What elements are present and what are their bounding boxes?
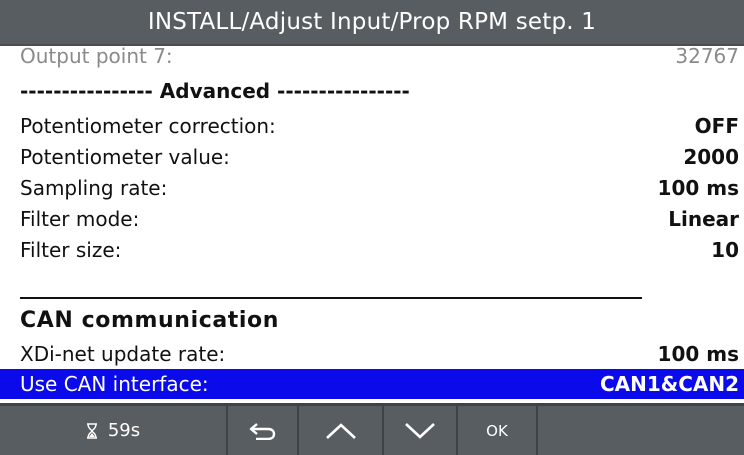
list-item-label: Filter mode: bbox=[20, 207, 140, 231]
can-section-heading: CAN communication bbox=[20, 308, 280, 333]
list-item-value: 32767 bbox=[675, 46, 739, 68]
list-item-value: 10 bbox=[711, 238, 739, 262]
up-button[interactable] bbox=[299, 406, 384, 455]
list-item-value: OFF bbox=[694, 114, 739, 138]
list-item-label: Filter size: bbox=[20, 238, 122, 262]
hourglass-icon bbox=[86, 422, 98, 439]
list-item-xdi-net-update-rate[interactable]: XDi-net update rate: 100 ms bbox=[0, 340, 744, 368]
list-item-value: CAN1&CAN2 bbox=[599, 372, 739, 396]
section-divider bbox=[20, 297, 642, 299]
list-item-label: Use CAN interface: bbox=[20, 372, 209, 396]
softkey-bar: 59s OK bbox=[0, 403, 744, 455]
chevron-down-icon bbox=[404, 422, 436, 440]
list-item-potentiometer-value[interactable]: Potentiometer value: 2000 bbox=[0, 143, 744, 171]
ok-label: OK bbox=[486, 421, 508, 440]
list-item-label: Potentiometer value: bbox=[20, 145, 230, 169]
back-arrow-icon bbox=[248, 422, 278, 440]
display-screen: INSTALL/Adjust Input/Prop RPM setp. 1 Ou… bbox=[0, 0, 744, 455]
down-button[interactable] bbox=[384, 406, 458, 455]
advanced-separator: ---------------- Advanced --------------… bbox=[20, 79, 410, 103]
list-item-value: Linear bbox=[668, 207, 739, 231]
back-button[interactable] bbox=[228, 406, 299, 455]
list-item-filter-mode[interactable]: Filter mode: Linear bbox=[0, 205, 744, 233]
list-item-value: 100 ms bbox=[657, 176, 739, 200]
list-item-label: Potentiometer correction: bbox=[20, 114, 276, 138]
list-item-label: XDi-net update rate: bbox=[20, 342, 226, 366]
list-item-use-can-interface[interactable]: Use CAN interface: CAN1&CAN2 bbox=[0, 369, 744, 399]
timeout-indicator: 59s bbox=[0, 406, 228, 455]
ok-button[interactable]: OK bbox=[458, 406, 538, 455]
list-item-sampling-rate[interactable]: Sampling rate: 100 ms bbox=[0, 174, 744, 202]
empty-softkey bbox=[538, 406, 744, 455]
timeout-text: 59s bbox=[107, 420, 141, 441]
list-item-filter-size[interactable]: Filter size: 10 bbox=[0, 236, 744, 264]
list-item-output-point[interactable]: Output point 7: 32767 bbox=[0, 46, 744, 70]
chevron-up-icon bbox=[325, 422, 357, 440]
list-item-value: 100 ms bbox=[657, 342, 739, 366]
list-item-potentiometer-correction[interactable]: Potentiometer correction: OFF bbox=[0, 112, 744, 140]
list-item-value: 2000 bbox=[683, 145, 739, 169]
settings-list: Output point 7: 32767 ---------------- A… bbox=[0, 46, 744, 403]
page-title: INSTALL/Adjust Input/Prop RPM setp. 1 bbox=[147, 9, 597, 35]
list-item-label: Output point 7: bbox=[20, 46, 173, 68]
list-item-label: Sampling rate: bbox=[20, 176, 168, 200]
page-title-bar: INSTALL/Adjust Input/Prop RPM setp. 1 bbox=[0, 0, 744, 46]
